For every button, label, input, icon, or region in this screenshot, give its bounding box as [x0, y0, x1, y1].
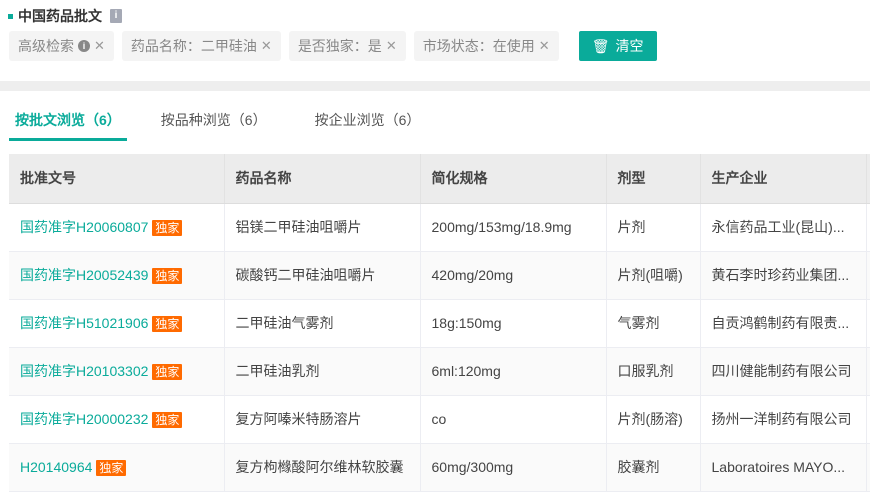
approval-link[interactable]: 国药准字H20000232: [20, 411, 148, 427]
table-row: 国药准字H20000232 独家 复方阿嗪米特肠溶片 co 片剂(肠溶) 扬州一洋制药有限…: [9, 395, 870, 444]
table-row: 国药准字H20060807 独家 铝镁二甲硅油咀嚼片 200mg/153mg/18.9…: [9, 203, 870, 252]
table-cell: 复方枸橼酸阿尔维林软胶囊: [224, 443, 421, 492]
table-cell: 永信药品工业(昆山)...: [700, 203, 867, 252]
chip-label: 高级检索: [18, 38, 74, 54]
close-icon[interactable]: ✕: [539, 38, 550, 54]
table-cell: 420mg/20mg: [420, 251, 607, 300]
filter-chip-advanced[interactable]: 高级检索 i ✕: [9, 31, 114, 61]
cell-approval: 国药准字H20000232 独家: [9, 395, 225, 444]
table-cell: Laboratoires MAYO...: [700, 443, 867, 492]
table-cell: 二甲硅油乳剂: [224, 347, 421, 396]
exclusive-badge: 独家: [152, 412, 183, 428]
info-icon[interactable]: i: [78, 40, 90, 52]
table-cell: 自贡鸿鹤制药有限责...: [700, 299, 867, 348]
table-cell: 胶囊剂: [606, 443, 701, 492]
page-title-text: 中国药品批文: [18, 8, 102, 24]
cell-approval: 国药准字H51021906 独家: [9, 299, 225, 348]
table-row: 国药准字H20052439 独家 碳酸钙二甲硅油咀嚼片 420mg/20mg 片剂(咀嚼…: [9, 251, 870, 300]
approval-link[interactable]: 国药准字H20103302: [20, 363, 148, 379]
col-spec: 简化规格: [420, 154, 607, 204]
clear-button[interactable]: 🗑 清空: [578, 31, 657, 61]
cell-approval: 国药准字H20103302 独家: [9, 347, 225, 396]
table-cell: 6ml:120mg: [420, 347, 607, 396]
table-row: 国药准字H20103302 独家 二甲硅油乳剂 6ml:120mg 口服乳剂 四川健能制药…: [9, 347, 870, 396]
table-cell: 片剂(肠溶): [606, 395, 701, 444]
results-table: 批准文号 药品名称 简化规格 剂型 生产企业 国药准字H20060807 独家 铝镁…: [9, 154, 870, 492]
table-cell: 200mg/153mg/18.9mg: [420, 203, 607, 252]
exclusive-badge: 独家: [96, 459, 127, 476]
tab-by-variety[interactable]: 按品种浏览（6）: [155, 108, 273, 141]
table-cell: 二甲硅油气雾剂: [224, 299, 421, 348]
table-cell: [866, 203, 870, 252]
table-cell: [866, 443, 870, 492]
exclusive-badge: 独家: [152, 220, 183, 236]
table-cell: 60mg/300mg: [420, 443, 607, 492]
chip-label: 市场状态：在使用: [422, 38, 535, 54]
clear-label: 清空: [615, 38, 644, 54]
chip-label: 是否独家：是: [297, 38, 382, 54]
table-cell: 18g:150mg: [420, 299, 607, 348]
table-cell: 片剂: [606, 203, 701, 252]
col-form: 剂型: [606, 154, 701, 204]
cell-approval: H20140964 独家: [9, 443, 225, 492]
col-approval-no: 批准文号: [9, 154, 225, 204]
filter-bar: 高级检索 i ✕ 药品名称：二甲硅油 ✕ 是否独家：是 ✕ 市场状态：在使用 ✕ 🗑 清空: [9, 31, 657, 61]
table-row: 国药准字H51021906 独家 二甲硅油气雾剂 18g:150mg 气雾剂 自贡鸿鹤制药…: [9, 299, 870, 348]
table-cell: 扬州一洋制药有限公司: [700, 395, 867, 444]
page-title: 中国药品批文 i: [8, 6, 122, 26]
col-drug-name: 药品名称: [224, 154, 421, 204]
close-icon[interactable]: ✕: [94, 38, 105, 54]
approval-link[interactable]: H20140964: [20, 459, 92, 475]
filter-chip-market-status[interactable]: 市场状态：在使用 ✕: [413, 31, 559, 61]
cell-approval: 国药准字H20060807 独家: [9, 203, 225, 252]
tab-by-approval[interactable]: 按批文浏览（6）: [9, 108, 127, 141]
trash-icon: 🗑: [591, 37, 610, 54]
section-divider: [0, 81, 870, 91]
title-marker: [8, 13, 13, 19]
table-cell: [866, 347, 870, 396]
table-cell: 气雾剂: [606, 299, 701, 348]
table-cell: 口服乳剂: [606, 347, 701, 396]
approval-link[interactable]: 国药准字H20052439: [20, 267, 148, 283]
filter-chip-exclusive[interactable]: 是否独家：是 ✕: [288, 31, 406, 61]
table-cell: 黄石李时珍药业集团...: [700, 251, 867, 300]
table-row: H20140964 独家 复方枸橼酸阿尔维林软胶囊 60mg/300mg 胶囊剂 Labo…: [9, 443, 870, 492]
table-cell: [866, 251, 870, 300]
exclusive-badge: 独家: [152, 268, 183, 284]
approval-link[interactable]: 国药准字H51021906: [20, 315, 148, 331]
view-tabs: 按批文浏览（6） 按品种浏览（6） 按企业浏览（6）: [0, 108, 426, 141]
filter-chip-drug-name[interactable]: 药品名称：二甲硅油 ✕: [121, 31, 281, 61]
table-cell: [866, 299, 870, 348]
table-cell: 复方阿嗪米特肠溶片: [224, 395, 421, 444]
chip-label: 药品名称：二甲硅油: [130, 38, 257, 54]
close-icon[interactable]: ✕: [261, 38, 272, 54]
table-cell: 铝镁二甲硅油咀嚼片: [224, 203, 421, 252]
exclusive-badge: 独家: [152, 316, 183, 332]
tab-by-company[interactable]: 按企业浏览（6）: [309, 108, 427, 141]
table-cell: 片剂(咀嚼): [606, 251, 701, 300]
table-cell: [866, 395, 870, 444]
exclusive-badge: 独家: [152, 364, 183, 380]
col-manufacturer: 生产企业: [700, 154, 867, 204]
approval-link[interactable]: 国药准字H20060807: [20, 219, 148, 235]
table-cell: co: [420, 395, 607, 444]
table-cell: 四川健能制药有限公司: [700, 347, 867, 396]
col-extra: [866, 154, 870, 204]
close-icon[interactable]: ✕: [386, 38, 397, 54]
table-cell: 碳酸钙二甲硅油咀嚼片: [224, 251, 421, 300]
table-header: 批准文号 药品名称 简化规格 剂型 生产企业: [9, 154, 870, 204]
cell-approval: 国药准字H20052439 独家: [9, 251, 225, 300]
info-icon[interactable]: i: [110, 9, 122, 23]
